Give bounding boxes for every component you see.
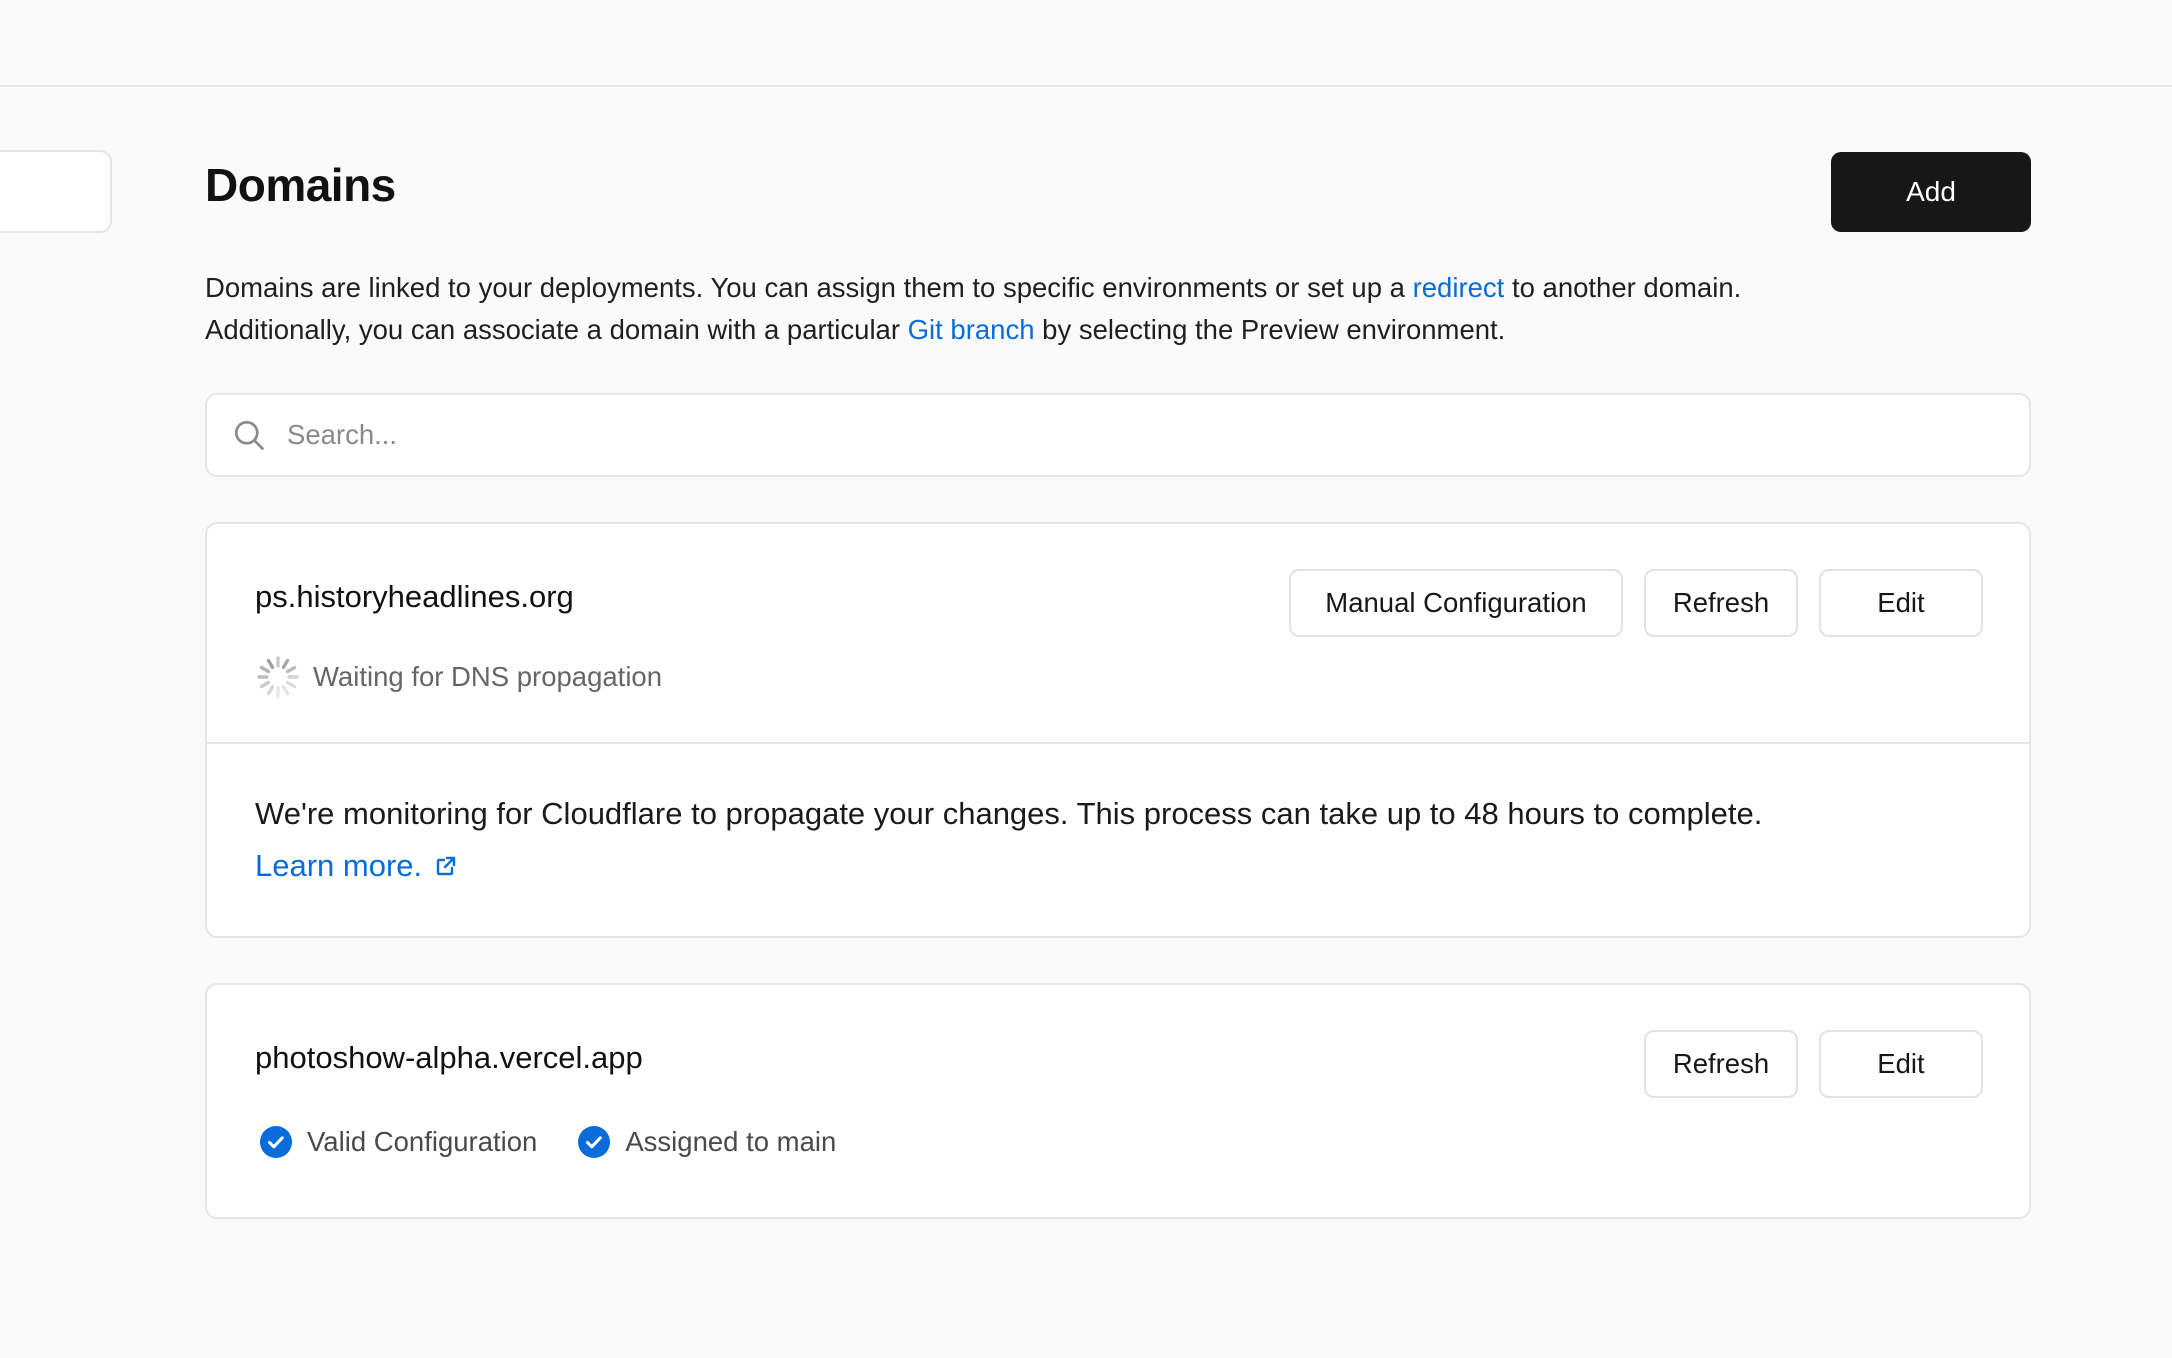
dns-status: Waiting for DNS propagation <box>255 654 662 700</box>
check-circle-icon <box>578 1126 611 1158</box>
status-text: Waiting for DNS propagation <box>313 661 663 692</box>
domain-card: ps.historyheadlines.org Manual Configura… <box>205 522 2031 938</box>
edit-button[interactable]: Edit <box>1819 1030 1983 1098</box>
top-bar <box>0 0 2172 87</box>
description-text: to another domain. <box>1504 272 1742 303</box>
page-title: Domains <box>205 159 396 211</box>
badge-label: Assigned to main <box>625 1126 837 1157</box>
domains-section: Domains Add Domains are linked to your d… <box>205 150 2031 1219</box>
learn-more-label: Learn more. <box>255 848 423 883</box>
domain-name[interactable]: photoshow-alpha.vercel.app <box>255 1040 643 1076</box>
description-text: Additionally, you can associate a domain… <box>205 314 908 345</box>
domain-badges: Valid Configuration Assigned to main <box>259 1125 876 1159</box>
page-description: Domains are linked to your deployments. … <box>205 267 2031 351</box>
header-row: Domains Add <box>205 150 2031 232</box>
domain-card: photoshow-alpha.vercel.app Refresh Edit … <box>205 983 2031 1219</box>
domain-name[interactable]: ps.historyheadlines.org <box>255 579 574 615</box>
assigned-branch-badge: Assigned to main <box>577 1125 836 1159</box>
monitor-text: We're monitoring for Cloudflare to propa… <box>255 796 1763 831</box>
valid-configuration-badge: Valid Configuration <box>259 1125 537 1159</box>
git-branch-link[interactable]: Git branch <box>908 314 1035 345</box>
domain-actions: Manual Configuration Refresh Edit <box>1289 569 1983 637</box>
check-circle-icon <box>260 1126 292 1158</box>
badge-label: Valid Configuration <box>307 1126 538 1157</box>
domain-actions: Refresh Edit <box>1644 1030 1983 1098</box>
search-input[interactable] <box>287 419 2029 451</box>
description-text: Domains are linked to your deployments. … <box>205 272 1413 303</box>
description-text: by selecting the Preview environment. <box>1034 314 1506 345</box>
external-link-icon <box>436 856 456 876</box>
refresh-button[interactable]: Refresh <box>1644 1030 1798 1098</box>
search-bar[interactable] <box>205 393 2031 477</box>
learn-more-link[interactable]: Learn more. <box>255 840 458 892</box>
manual-configuration-button[interactable]: Manual Configuration <box>1289 569 1623 637</box>
domain-card-header: ps.historyheadlines.org Manual Configura… <box>207 524 2029 742</box>
redirect-link[interactable]: redirect <box>1413 272 1505 303</box>
spinner-icon <box>257 656 299 698</box>
add-domain-button[interactable]: Add <box>1831 152 2031 232</box>
propagation-message: We're monitoring for Cloudflare to propa… <box>207 744 2029 936</box>
edit-button[interactable]: Edit <box>1819 569 1983 637</box>
domain-card-header: photoshow-alpha.vercel.app Refresh Edit … <box>207 985 2029 1217</box>
refresh-button[interactable]: Refresh <box>1644 569 1798 637</box>
sidebar-card[interactable] <box>0 150 112 233</box>
search-icon <box>234 420 264 450</box>
